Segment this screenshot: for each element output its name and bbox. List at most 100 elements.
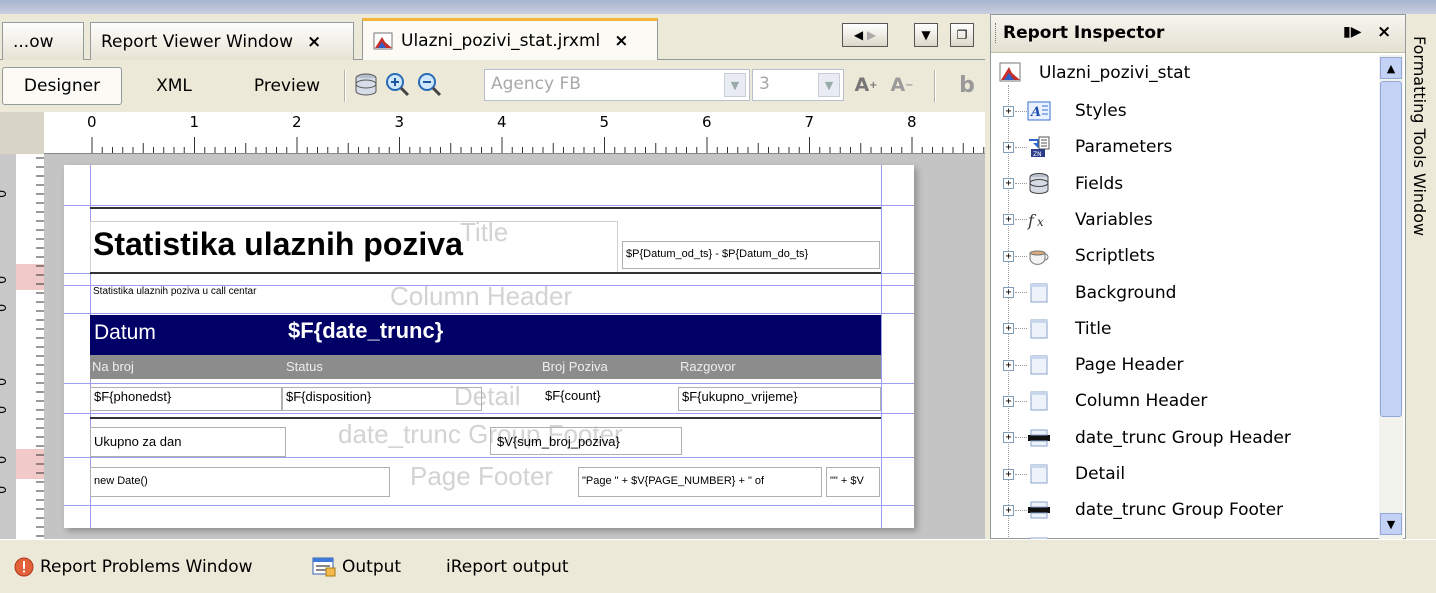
tree-item-title[interactable]: + Title: [991, 311, 1381, 347]
expand-icon[interactable]: +: [1003, 323, 1014, 335]
tree-item-label: Scriptlets: [1075, 246, 1156, 267]
font-family-combo[interactable]: Agency FB ▼: [484, 69, 750, 101]
svg-text:0: 0: [0, 456, 10, 464]
group-header-bar[interactable]: [90, 315, 881, 355]
preview-mode-button[interactable]: Preview: [234, 67, 340, 105]
tree-item-parameters[interactable]: + ZN Parameters: [991, 129, 1381, 165]
detail-field[interactable]: $F{count}: [542, 387, 678, 411]
expand-icon[interactable]: +: [1003, 178, 1014, 190]
expand-icon[interactable]: +: [1003, 395, 1014, 407]
tab-jrxml[interactable]: Ulazni_pozivi_stat.jrxml ×: [362, 18, 658, 61]
page-footer-date-field[interactable]: new Date(): [90, 467, 390, 497]
tree-root[interactable]: Ulazni_pozivi_stat: [991, 55, 1381, 91]
page-count-field[interactable]: "" + $V: [826, 467, 880, 497]
increase-font-icon[interactable]: A +: [852, 71, 880, 99]
close-icon[interactable]: ×: [307, 32, 321, 52]
tree-item-styles[interactable]: + A Styles: [991, 93, 1381, 129]
report-page[interactable]: Title Statistika ulaznih poziva $P{Datum…: [64, 165, 914, 528]
tree-item-variables[interactable]: + f x Variables: [991, 202, 1381, 238]
drag-grip[interactable]: [995, 23, 998, 43]
group-footer-sum-field[interactable]: $V{sum_broj_poziva}: [490, 427, 682, 455]
scrollbar-thumb[interactable]: [1380, 81, 1402, 417]
zoom-out-icon[interactable]: [416, 71, 444, 99]
tree-item-column-header[interactable]: + Column Header: [991, 383, 1381, 419]
scroll-down-icon[interactable]: ▼: [1380, 513, 1402, 535]
tree-item-background[interactable]: + Background: [991, 275, 1381, 311]
tree-item-page-header[interactable]: + Page Header: [991, 347, 1381, 383]
tree-branch: [1015, 110, 1027, 112]
page-number-field[interactable]: "Page " + $V{PAGE_NUMBER} + " of: [578, 467, 822, 497]
tree-item-detail[interactable]: + Detail: [991, 456, 1381, 492]
tab-overflow[interactable]: ...ow: [2, 22, 84, 60]
expand-icon[interactable]: +: [1003, 432, 1014, 444]
bold-icon[interactable]: b: [952, 71, 982, 99]
tree-item-fields[interactable]: + Fields: [991, 166, 1381, 202]
tree-item-scriptlets[interactable]: + Scriptlets: [991, 238, 1381, 274]
report-icon: [373, 31, 395, 51]
xml-mode-button[interactable]: XML: [136, 67, 212, 105]
expand-icon[interactable]: +: [1003, 250, 1014, 262]
detail-field[interactable]: $F{disposition}: [282, 387, 482, 411]
horizontal-ruler: 0 1 2 3 4 5 6 7 8: [44, 112, 985, 154]
chevron-left-icon[interactable]: ◀: [854, 28, 863, 42]
font-size-combo[interactable]: 3 ▼: [752, 69, 844, 101]
restore-window-icon[interactable]: ❐: [950, 23, 974, 47]
tree-branch: [1015, 400, 1027, 402]
expand-icon[interactable]: +: [1003, 141, 1014, 153]
detail-field[interactable]: $F{ukupno_vrijeme}: [678, 387, 881, 411]
detail-field[interactable]: $F{phonedst}: [90, 387, 282, 411]
report-problems-tab[interactable]: Report Problems Window: [14, 554, 253, 580]
tab-label: iReport output: [446, 557, 569, 577]
chevron-down-icon[interactable]: ▼: [914, 23, 938, 47]
expand-icon[interactable]: +: [1003, 468, 1014, 480]
variables-icon: fx: [1027, 208, 1051, 232]
report-icon: [999, 61, 1023, 88]
expand-icon[interactable]: +: [1003, 214, 1014, 226]
formatting-tools-strip[interactable]: Formatting Tools Window: [1406, 14, 1436, 539]
column-header[interactable]: Status: [286, 359, 323, 374]
report-title[interactable]: Statistika ulaznih poziva: [90, 221, 618, 273]
inspector-scrollbar[interactable]: ▲ ▼: [1379, 55, 1403, 539]
tab-scroll-buttons[interactable]: ◀ ▶: [842, 23, 888, 47]
tab-report-viewer[interactable]: Report Viewer Window ×: [90, 22, 354, 60]
group-band-icon: [1027, 498, 1051, 522]
margin-guide: [881, 165, 882, 528]
expand-icon[interactable]: +: [1003, 504, 1014, 516]
designer-mode-button[interactable]: Designer: [2, 67, 122, 105]
database-icon[interactable]: [352, 71, 380, 99]
expand-icon[interactable]: +: [1003, 105, 1014, 117]
group-footer-label[interactable]: Ukupno za dan: [90, 427, 286, 457]
svg-text:0: 0: [0, 304, 10, 312]
tree-branch: [1015, 328, 1027, 330]
close-icon[interactable]: ×: [614, 31, 628, 51]
ruler-label: 2: [292, 113, 302, 131]
column-header[interactable]: Na broj: [92, 359, 134, 374]
ruler-label: 4: [497, 113, 507, 131]
ruler-corner: [0, 112, 44, 154]
tree-item-date-trunc-group-footer[interactable]: + date_trunc Group Footer: [991, 492, 1381, 528]
close-icon[interactable]: ×: [1377, 22, 1391, 42]
svg-text:A: A: [1029, 105, 1041, 120]
expand-icon[interactable]: +: [1003, 359, 1014, 371]
scroll-up-icon[interactable]: ▲: [1380, 57, 1402, 79]
tree-branch: [1015, 473, 1027, 475]
output-tab[interactable]: Output: [312, 554, 401, 580]
formatting-tools-label[interactable]: Formatting Tools Window: [1410, 36, 1429, 236]
expand-icon[interactable]: +: [1003, 287, 1014, 298]
tree-item-date-trunc-group-header[interactable]: + date_trunc Group Header: [991, 420, 1381, 456]
subtitle-field[interactable]: Statistika ulaznih poziva u call centar: [90, 285, 390, 305]
font-size-value: 3: [759, 74, 770, 94]
decrease-font-icon[interactable]: A −: [888, 71, 916, 99]
column-header[interactable]: Razgovor: [680, 359, 736, 374]
minimize-icon[interactable]: ▮▶: [1343, 24, 1361, 40]
chevron-right-icon[interactable]: ▶: [867, 28, 876, 42]
svg-text:x: x: [1037, 215, 1044, 229]
tree-branch: [1015, 255, 1027, 257]
column-header[interactable]: Broj Poziva: [542, 359, 608, 374]
ireport-output-tab[interactable]: iReport output: [446, 554, 569, 580]
window-top-strip: [0, 0, 1436, 14]
zoom-in-icon[interactable]: [384, 71, 412, 99]
chevron-down-icon[interactable]: ▼: [724, 73, 746, 97]
date-range-field[interactable]: $P{Datum_od_ts} - $P{Datum_do_ts}: [622, 241, 880, 269]
chevron-down-icon[interactable]: ▼: [818, 73, 840, 97]
